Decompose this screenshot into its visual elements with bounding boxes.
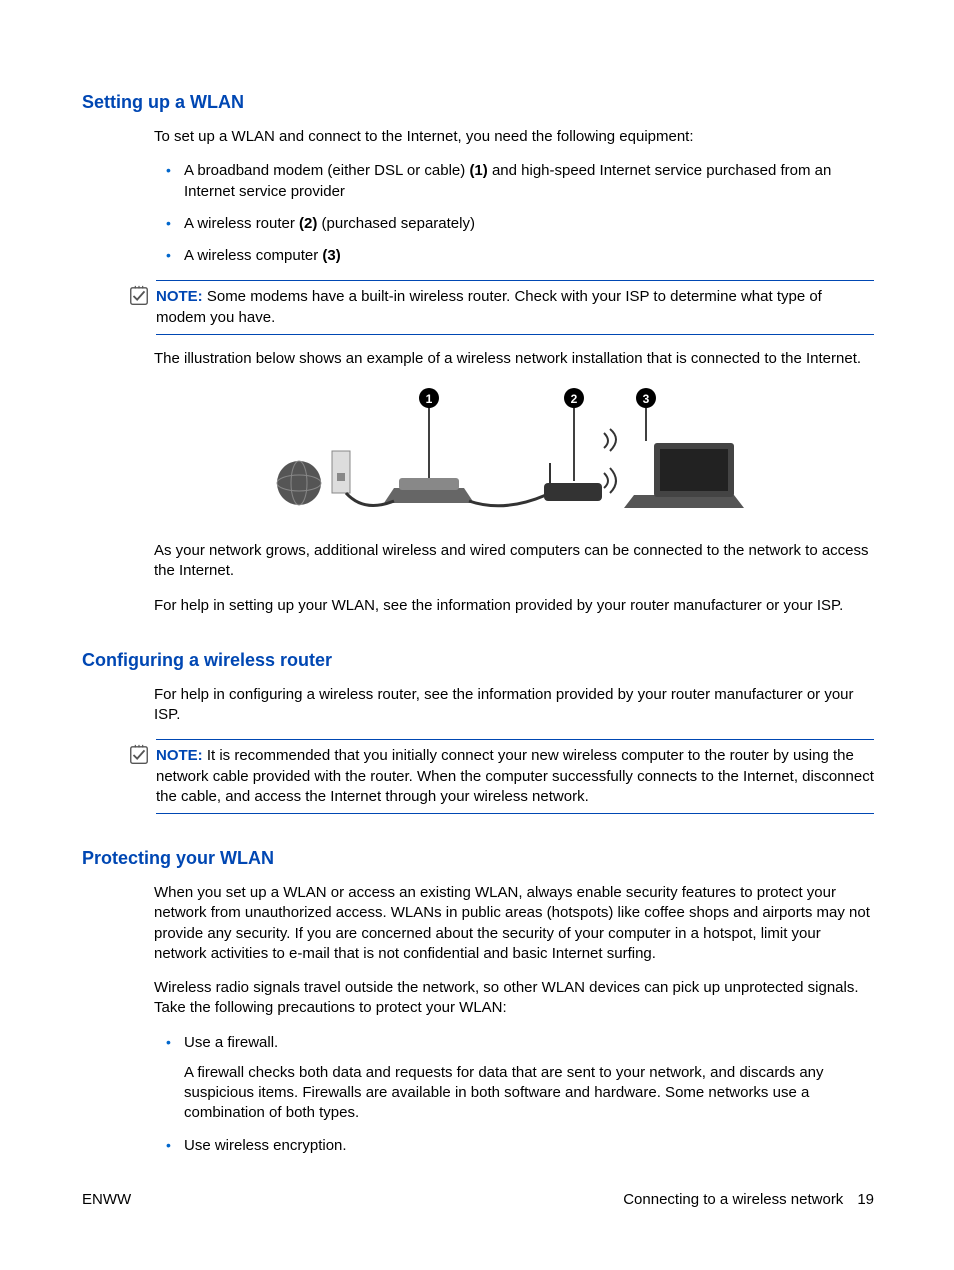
footer-right: Connecting to a wireless network19 xyxy=(623,1191,874,1208)
network-illustration: 1 2 3 xyxy=(274,383,754,523)
protect-p2: Wireless radio signals travel outside th… xyxy=(154,978,874,1019)
note-text: It is recommended that you initially con… xyxy=(156,747,874,805)
section-body: To set up a WLAN and connect to the Inte… xyxy=(154,127,874,266)
list-item: Use wireless encryption. xyxy=(184,1136,874,1156)
note-icon xyxy=(128,744,150,766)
protect-p1: When you set up a WLAN or access an exis… xyxy=(154,883,874,964)
section-body: The illustration below shows an example … xyxy=(154,349,874,616)
router-intro: For help in configuring a wireless route… xyxy=(154,685,874,726)
heading-configuring-router: Configuring a wireless router xyxy=(82,650,874,671)
heading-setting-up-wlan: Setting up a WLAN xyxy=(82,92,874,113)
list-item: Use a firewall. A firewall checks both d… xyxy=(184,1033,874,1124)
document-page: Setting up a WLAN To set up a WLAN and c… xyxy=(0,0,954,1270)
page-footer: ENWW Connecting to a wireless network19 xyxy=(82,1191,874,1208)
note-label: NOTE: xyxy=(156,288,203,305)
svg-text:1: 1 xyxy=(426,392,433,406)
note-block: NOTE: Some modems have a built-in wirele… xyxy=(156,280,874,335)
intro-text: To set up a WLAN and connect to the Inte… xyxy=(154,127,874,147)
svg-text:2: 2 xyxy=(571,392,578,406)
section-body: For help in configuring a wireless route… xyxy=(154,685,874,726)
illustration-intro: The illustration below shows an example … xyxy=(154,349,874,369)
help-text: For help in setting up your WLAN, see th… xyxy=(154,596,874,616)
note-block: NOTE: It is recommended that you initial… xyxy=(156,739,874,814)
list-item: A wireless computer (3) xyxy=(184,246,874,266)
section-body: When you set up a WLAN or access an exis… xyxy=(154,883,874,1156)
heading-protecting-wlan: Protecting your WLAN xyxy=(82,848,874,869)
equipment-list: A broadband modem (either DSL or cable) … xyxy=(154,161,874,266)
svg-text:3: 3 xyxy=(643,392,650,406)
list-item: A broadband modem (either DSL or cable) … xyxy=(184,161,874,202)
protect-list: Use a firewall. A firewall checks both d… xyxy=(154,1033,874,1156)
footer-left: ENWW xyxy=(82,1191,131,1208)
note-label: NOTE: xyxy=(156,747,203,764)
note-icon xyxy=(128,285,150,307)
grow-text: As your network grows, additional wirele… xyxy=(154,541,874,582)
list-item: A wireless router (2) (purchased separat… xyxy=(184,214,874,234)
